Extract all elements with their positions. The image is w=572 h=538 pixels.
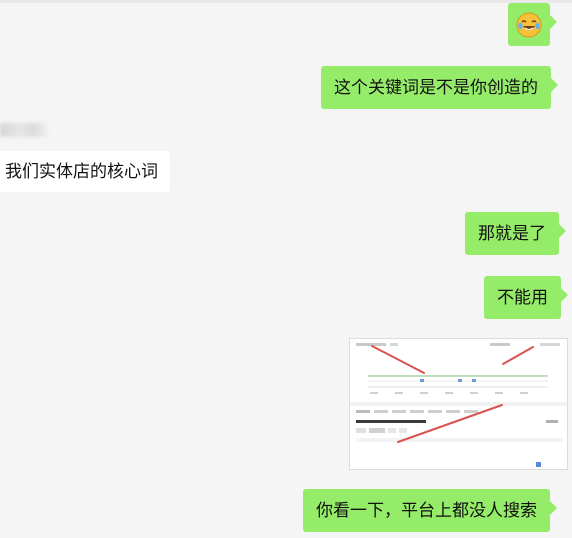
message-text: 我们实体店的核心词 (5, 161, 158, 182)
message-text: 那就是了 (478, 223, 546, 244)
message-text: 这个关键词是不是你创造的 (334, 77, 538, 98)
screenshot-thumbnail-icon (350, 339, 567, 469)
sender-name-blurred (0, 123, 48, 137)
message-bubble-incoming[interactable]: 我们实体店的核心词 (0, 151, 170, 192)
message-text: 你看一下，平台上都没人搜索 (316, 500, 537, 521)
message-bubble-outgoing[interactable]: 那就是了 (465, 212, 566, 255)
image-message-thumbnail[interactable] (349, 338, 568, 470)
message-bubble-outgoing[interactable]: 不能用 (484, 276, 568, 319)
top-divider (0, 0, 572, 3)
emoji-message-bubble[interactable] (508, 3, 557, 46)
message-bubble-outgoing[interactable]: 你看一下，平台上都没人搜索 (303, 489, 557, 532)
message-bubble-outgoing[interactable]: 这个关键词是不是你创造的 (321, 66, 558, 109)
laugh-cry-emoji-icon (516, 12, 542, 37)
message-text: 不能用 (497, 287, 548, 308)
